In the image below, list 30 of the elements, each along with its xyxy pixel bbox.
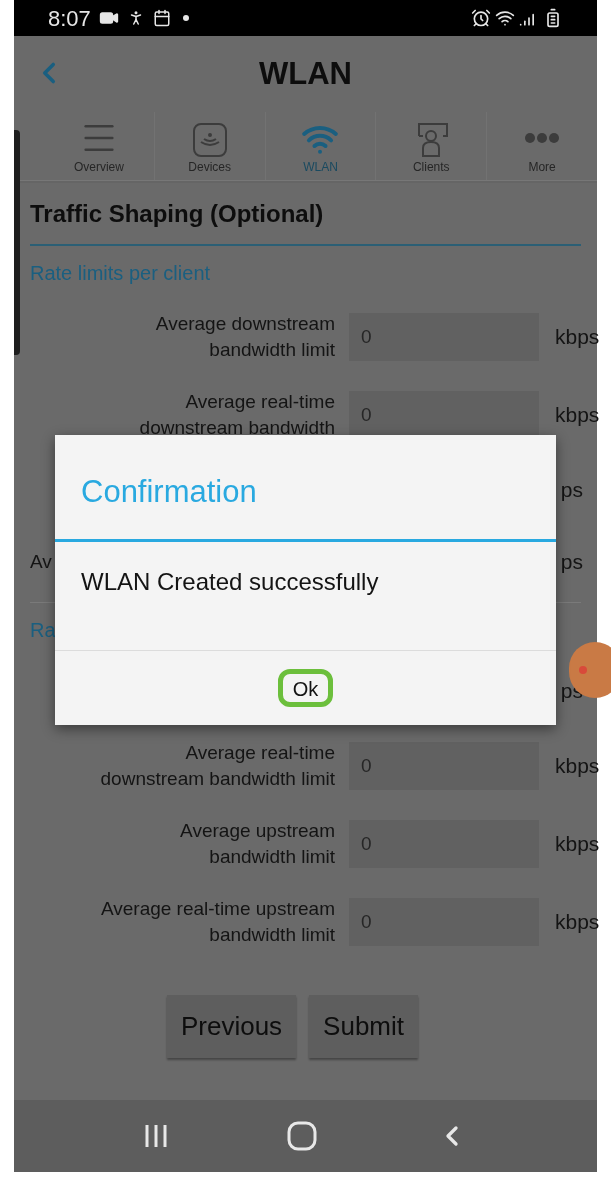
- dialog-title: Confirmation: [80, 473, 258, 511]
- dialog-message: WLAN Created successfully: [80, 567, 380, 597]
- input-field[interactable]: 0: [349, 820, 539, 868]
- section-title: Traffic Shaping (Optional): [30, 199, 325, 229]
- more-icon: [525, 133, 560, 143]
- form-button[interactable]: Submit: [309, 995, 419, 1058]
- recents-icon[interactable]: [143, 1123, 170, 1149]
- form-button[interactable]: Previous: [166, 995, 297, 1058]
- input-field[interactable]: 0: [349, 313, 539, 361]
- field-label: Av: [30, 549, 52, 574]
- page-title: WLAN: [259, 54, 352, 93]
- input-field[interactable]: 0: [349, 742, 539, 790]
- wifi-status-icon: [495, 8, 515, 28]
- device-icon: [191, 122, 228, 158]
- field-label: Average real-time upstream bandwidth limit: [99, 897, 335, 947]
- field-label: Average downstream bandwidth limit: [154, 312, 335, 362]
- ok-button[interactable]: Ok: [277, 669, 334, 707]
- calendar-icon: [152, 9, 171, 27]
- group-title: Rate limits per client: [30, 261, 211, 286]
- nav-tab[interactable]: Overview: [44, 112, 154, 180]
- unit-label: ps: [560, 477, 584, 504]
- field-label: Average real-time downstream bandwidth limit: [99, 741, 335, 791]
- input-field[interactable]: 0: [349, 898, 539, 946]
- group-title: Ra: [30, 618, 56, 643]
- alarm-icon: [471, 8, 491, 28]
- status-time: 8:07: [48, 4, 91, 33]
- unit-label: ps: [560, 549, 584, 576]
- home-icon[interactable]: [287, 1121, 318, 1151]
- field-label: Average upstream bandwidth limit: [179, 819, 335, 869]
- field-label: Average real-time downstream bandwidth: [138, 390, 335, 440]
